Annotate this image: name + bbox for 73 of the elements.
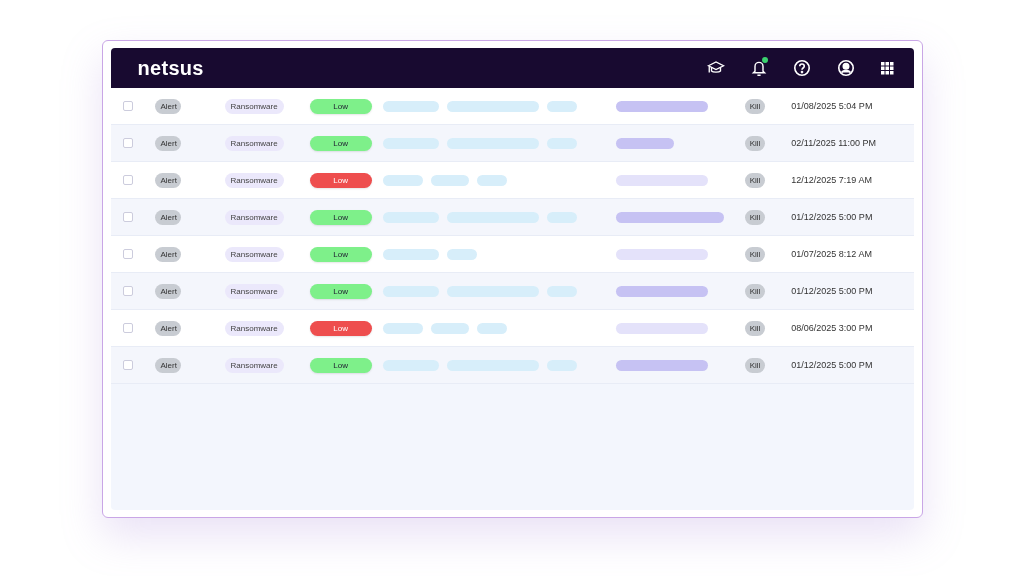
placeholder-bar [546,100,577,112]
logo: netsus [137,56,204,80]
type-tag: Alert [154,209,181,225]
alert-row[interactable]: Alert Ransomware Low Kill 08/06/2025 3:00 PM [110,310,914,347]
type-tag: Alert [154,357,181,373]
timestamp: 01/12/2025 5:00 PM [791,286,873,296]
timestamp: 02/11/2025 11:00 PM [791,138,877,148]
row-checkbox[interactable] [122,175,133,185]
placeholder-bar [446,248,477,260]
row-checkbox[interactable] [122,101,133,111]
placeholder-bar [382,285,439,297]
severity-tag: Low [309,246,372,262]
kill-button[interactable]: Kill [744,98,766,114]
placeholder-bar [382,137,439,149]
type-tag: Alert [154,283,181,299]
placeholder-bar [430,322,469,334]
placeholder-bar [476,322,507,334]
category-tag: Ransomware [224,283,284,299]
category-tag: Ransomware [224,357,284,373]
category-tag: Ransomware [224,209,284,225]
category-tag: Ransomware [224,135,284,151]
severity-tag: Low [309,98,372,114]
timestamp: 08/06/2025 3:00 PM [791,323,873,333]
kill-button[interactable]: Kill [744,246,766,262]
placeholder-bar [546,359,577,371]
type-tag: Alert [154,98,181,114]
placeholder-bar [546,211,577,223]
alert-row[interactable]: Alert Ransomware Low Kill 12/12/2025 7:19 AM [110,162,914,199]
row-checkbox[interactable] [122,360,133,370]
kill-button[interactable]: Kill [744,283,766,299]
category-tag: Ransomware [224,246,284,262]
placeholder-bar [476,174,507,186]
severity-tag: Low [309,320,372,336]
timestamp: 01/12/2025 5:00 PM [791,360,873,370]
row-checkbox[interactable] [122,323,133,333]
placeholder-bar [382,248,439,260]
row-checkbox[interactable] [122,138,133,148]
apps-grid-icon[interactable] [878,59,896,77]
severity-tag: Low [309,172,372,188]
placeholder-bar [382,322,423,334]
kill-button[interactable]: Kill [744,320,766,336]
alert-row[interactable]: Alert Ransomware Low Kill 01/07/2025 8:12 AM [110,236,914,273]
kill-button[interactable]: Kill [744,172,766,188]
placeholder-bar [430,174,469,186]
category-tag: Ransomware [224,320,284,336]
type-tag: Alert [154,135,181,151]
placeholder-bar [615,137,674,149]
alert-row[interactable]: Alert Ransomware Low Kill 01/08/2025 5:04 PM [110,88,914,125]
kill-button[interactable]: Kill [744,135,766,151]
timestamp: 12/12/2025 7:19 AM [791,175,872,185]
placeholder-bar [382,100,439,112]
severity-tag: Low [309,283,372,299]
severity-tag: Low [309,209,372,225]
timestamp: 01/08/2025 5:04 PM [791,101,873,111]
severity-tag: Low [309,357,372,373]
placeholder-bar [382,211,439,223]
row-checkbox[interactable] [122,249,133,259]
timestamp: 01/12/2025 5:00 PM [791,212,873,222]
type-tag: Alert [154,246,181,262]
placeholder-bar [546,137,577,149]
kill-button[interactable]: Kill [744,209,766,225]
severity-tag: Low [309,135,372,151]
kill-button[interactable]: Kill [744,357,766,373]
type-tag: Alert [154,172,181,188]
placeholder-bar [382,174,423,186]
placeholder-bar [546,285,577,297]
category-tag: Ransomware [224,172,284,188]
row-checkbox[interactable] [122,212,133,222]
category-tag: Ransomware [224,98,284,114]
timestamp: 01/07/2025 8:12 AM [791,249,872,259]
type-tag: Alert [154,320,181,336]
placeholder-bar [382,359,439,371]
row-checkbox[interactable] [122,286,133,296]
